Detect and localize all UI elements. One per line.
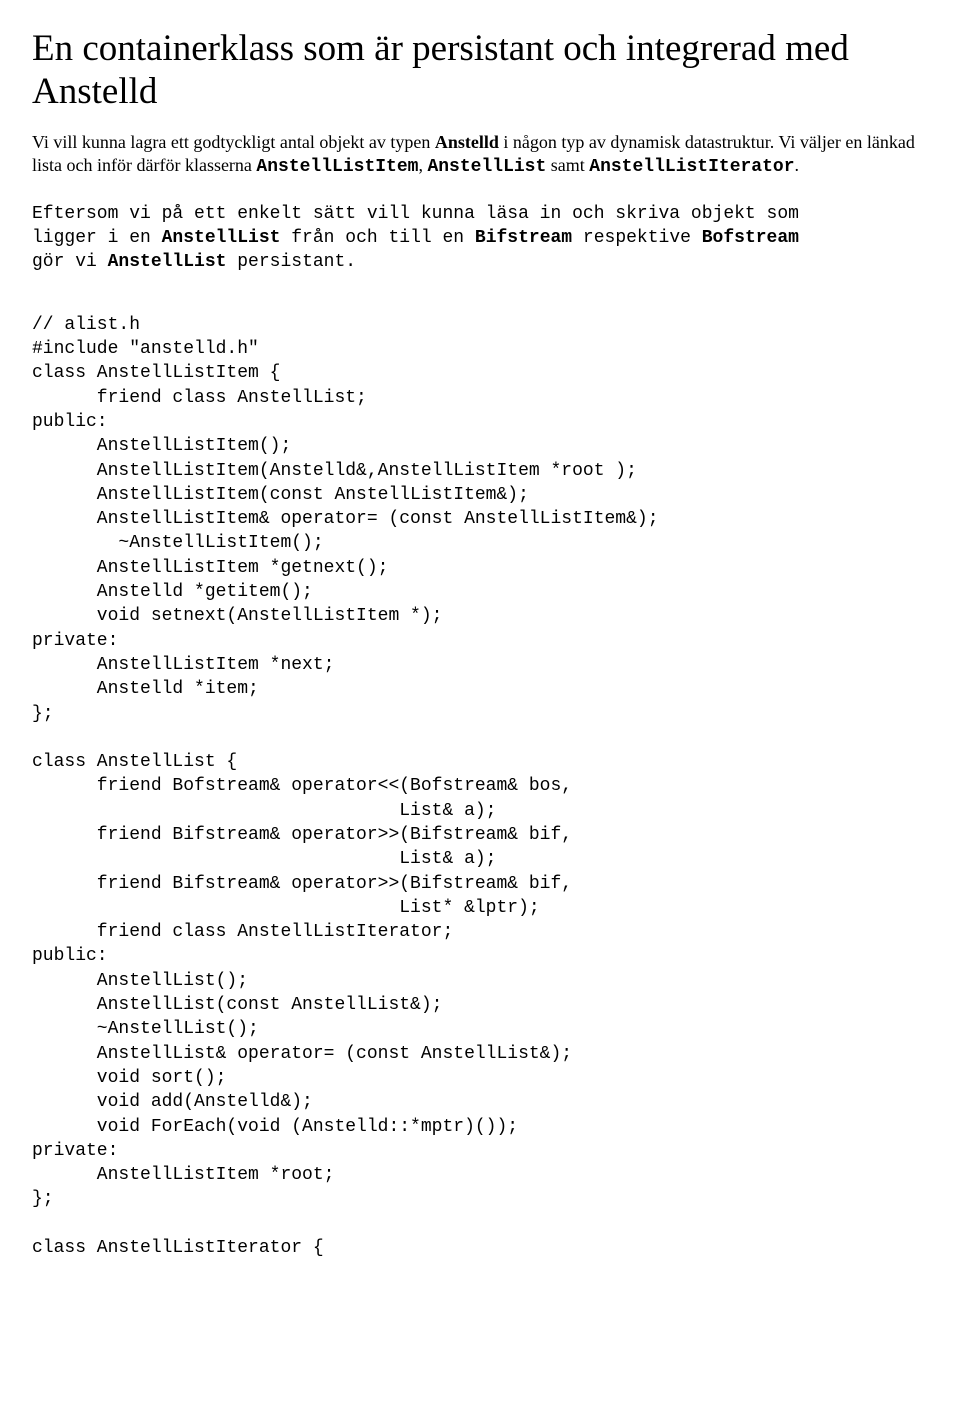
intro-mono-anstelllistiterator: AnstellListIterator [589, 157, 794, 177]
intro-text-5: . [795, 155, 800, 175]
rationale-line-2b: från och till en [280, 228, 474, 248]
rationale-bold-anstelllist: AnstellList [162, 228, 281, 248]
rationale-line-2a: ligger i en [32, 228, 162, 248]
intro-text-4: samt [546, 155, 589, 175]
page-title: En containerklass som är persistant och … [32, 28, 928, 113]
code-listing: // alist.h #include "anstelld.h" class A… [32, 313, 928, 1261]
spacer [32, 295, 928, 313]
intro-mono-anstelllist: AnstellList [427, 157, 546, 177]
rationale-paragraph: Eftersom vi på ett enkelt sätt vill kunn… [32, 202, 928, 275]
rationale-bold-bofstream: Bofstream [702, 228, 799, 248]
intro-text-1: Vi vill kunna lagra ett godtyckligt anta… [32, 132, 435, 152]
rationale-bold-anstelllist-2: AnstellList [108, 252, 227, 272]
intro-bold-anstelld: Anstelld [435, 132, 499, 152]
rationale-bold-bifstream: Bifstream [475, 228, 572, 248]
rationale-line-3b: persistant. [226, 252, 356, 272]
intro-mono-anstelllistitem: AnstellListItem [256, 157, 418, 177]
rationale-line-1: Eftersom vi på ett enkelt sätt vill kunn… [32, 204, 799, 224]
intro-paragraph: Vi vill kunna lagra ett godtyckligt anta… [32, 131, 928, 180]
rationale-line-2c: respektive [572, 228, 702, 248]
rationale-line-3a: gör vi [32, 252, 108, 272]
